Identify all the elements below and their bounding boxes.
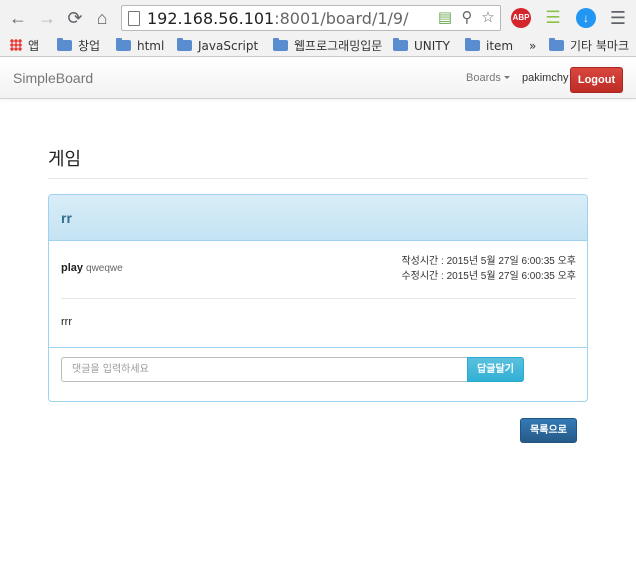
post-title: rr — [61, 210, 72, 226]
post-panel: rr play qweqwe 작성시간 : 2015년 5월 27일 6:00:3… — [48, 194, 588, 402]
username: pakimchy — [522, 72, 569, 84]
folder-icon — [273, 38, 288, 51]
post-panel-heading: rr — [49, 195, 587, 241]
title-divider — [48, 178, 588, 179]
ladder-extension-icon[interactable]: ☰ — [543, 8, 563, 28]
panel-footer-divider — [49, 347, 587, 348]
logout-button[interactable]: Logout — [570, 67, 623, 93]
bookmarks-bar: 앱 창업 html JavaScript 웹프로그래밍입문 UNITY item… — [0, 35, 636, 57]
page-action-icon[interactable]: ▤ — [436, 9, 454, 27]
post-body: rrr — [61, 316, 72, 328]
folder-icon — [465, 38, 480, 51]
folder-icon — [393, 38, 408, 51]
folder-icon — [549, 38, 564, 51]
post-author-id: qweqwe — [86, 263, 123, 274]
bookmark-item[interactable]: item — [465, 38, 513, 54]
home-icon[interactable]: ⌂ — [92, 8, 112, 28]
post-divider — [61, 298, 576, 299]
bookmark-item[interactable]: 웹프로그래밍입문 — [273, 38, 382, 54]
browser-toolbar: ← → ⟳ ⌂ 192.168.56.101:8001/board/1/9/ ▤… — [0, 0, 636, 35]
caret-down-icon — [503, 76, 510, 79]
bookmark-item[interactable]: html — [116, 38, 164, 54]
bookmark-overflow[interactable]: » — [529, 38, 536, 54]
download-icon[interactable]: ↓ — [576, 8, 596, 28]
bookmark-apps[interactable]: 앱 — [10, 38, 39, 54]
board-title: 게임 — [48, 149, 82, 169]
address-bar[interactable]: 192.168.56.101:8001/board/1/9/ ▤ ⚲ ☆ — [121, 5, 501, 31]
comment-submit-button[interactable]: 답글달기 — [467, 357, 524, 382]
comment-input[interactable]: 댓글을 입력하세요 — [61, 357, 468, 382]
search-icon[interactable]: ⚲ — [458, 9, 476, 27]
apps-grid-icon — [10, 39, 22, 51]
folder-icon — [177, 38, 192, 51]
app-navbar: SimpleBoard Boards pakimchy — [0, 58, 636, 99]
bookmark-item[interactable]: JavaScript — [177, 38, 258, 54]
menu-icon[interactable]: ☰ — [608, 8, 628, 28]
folder-icon — [116, 38, 131, 51]
adblock-plus-icon[interactable]: ABP — [511, 8, 531, 28]
post-author: play qweqwe — [61, 262, 123, 274]
reload-icon[interactable]: ⟳ — [65, 8, 85, 28]
boards-dropdown[interactable]: Boards — [466, 72, 510, 84]
page-icon — [128, 11, 140, 26]
post-dates: 작성시간 : 2015년 5월 27일 6:00:35 오후 수정시간 : 20… — [401, 254, 576, 284]
back-to-list-button[interactable]: 목록으로 — [520, 418, 577, 443]
brand-link[interactable]: SimpleBoard — [13, 70, 93, 86]
post-created-time: 작성시간 : 2015년 5월 27일 6:00:35 오후 — [401, 256, 576, 267]
url-text[interactable]: 192.168.56.101:8001/board/1/9/ — [147, 9, 408, 28]
bookmark-item[interactable]: 창업 — [57, 38, 100, 54]
post-updated-time: 수정시간 : 2015년 5월 27일 6:00:35 오후 — [401, 271, 576, 282]
back-arrow-icon[interactable]: ← — [8, 8, 28, 28]
bookmark-star-icon[interactable]: ☆ — [479, 9, 497, 27]
folder-icon — [57, 38, 72, 51]
bookmark-other[interactable]: 기타 북마크 — [549, 38, 629, 54]
bookmark-item[interactable]: UNITY — [393, 38, 450, 54]
forward-arrow-icon[interactable]: → — [37, 8, 57, 28]
